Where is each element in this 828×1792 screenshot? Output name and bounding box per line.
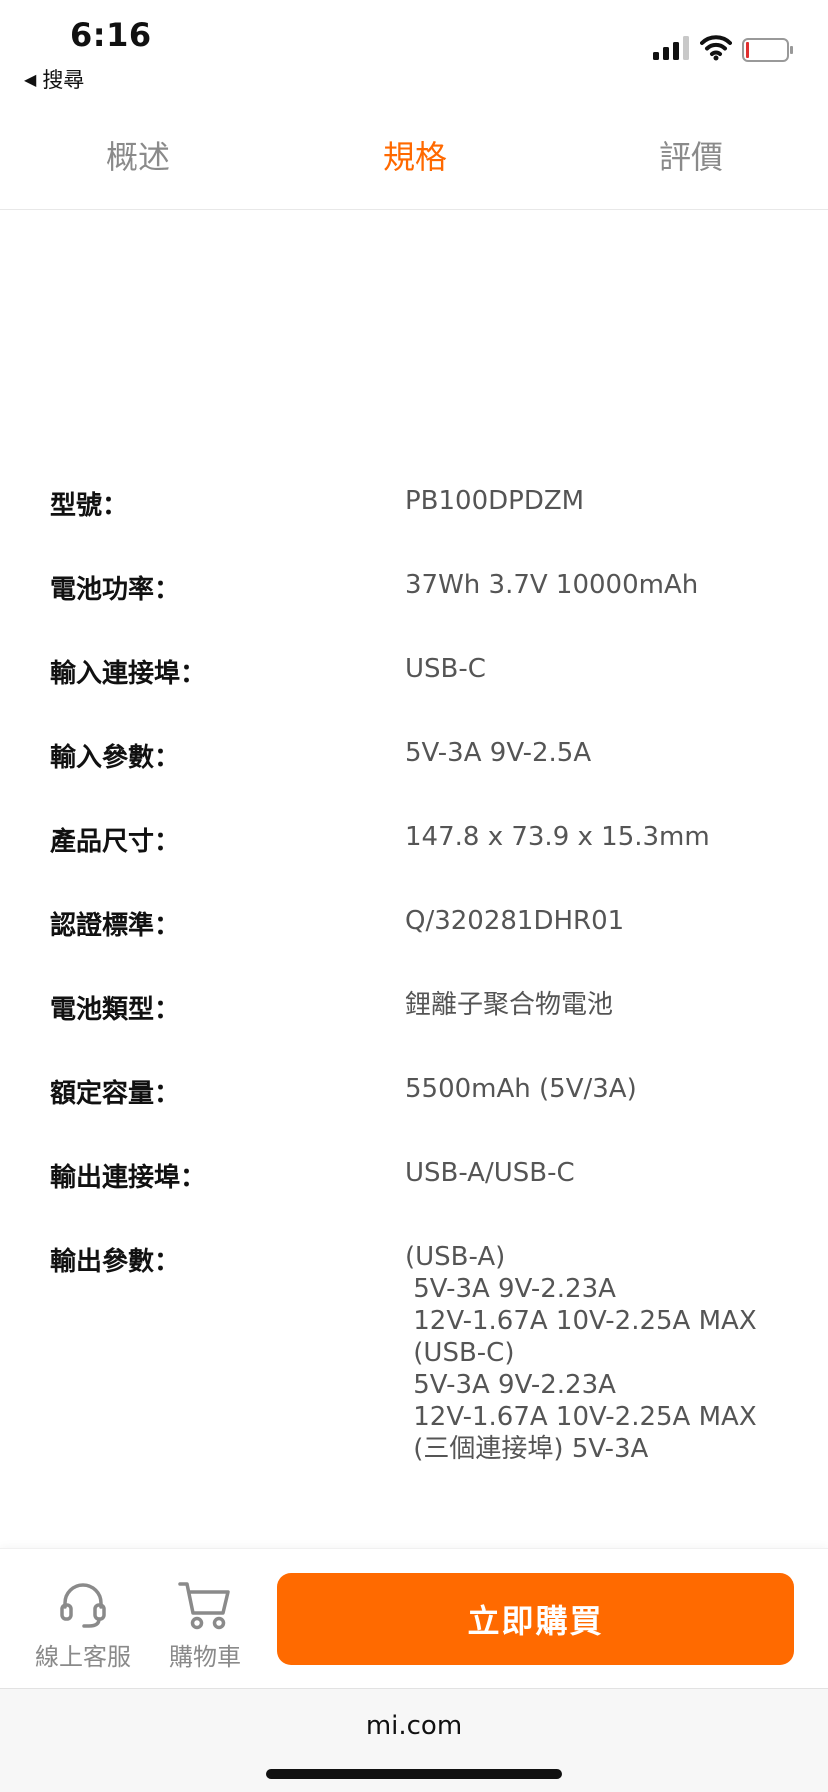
back-to-app-link[interactable]: ◀ 搜尋 xyxy=(24,64,84,94)
spec-value: 37Wh 3.7V 10000mAh xyxy=(405,570,699,600)
status-bar: 6:16 ◀ 搜尋 xyxy=(0,0,828,95)
customer-service-button[interactable]: 線上客服 xyxy=(28,1579,138,1672)
back-triangle-icon: ◀ xyxy=(24,69,37,89)
spec-value: 5500mAh (5V/3A) xyxy=(405,1074,637,1104)
spec-row: 輸出參數： (USB-A) 5V-3A 9V-2.23A 12V-1.67A 1… xyxy=(0,1231,828,1471)
spec-label: 輸入參數： xyxy=(50,743,181,773)
status-time: 6:16 xyxy=(70,16,152,54)
spec-value: USB-C xyxy=(405,654,486,684)
spec-row: 輸入參數： 5V-3A 9V-2.5A xyxy=(0,727,828,811)
spec-label: 產品尺寸： xyxy=(50,827,181,857)
spec-row: 產品尺寸： 147.8 x 73.9 x 15.3mm xyxy=(0,811,828,895)
spec-label: 輸出參數： xyxy=(50,1247,181,1277)
browser-address-bar: mi.com xyxy=(0,1688,828,1792)
url-text[interactable]: mi.com xyxy=(0,1711,828,1741)
spec-row: 輸入連接埠： USB-C xyxy=(0,643,828,727)
spec-label: 電池功率： xyxy=(50,575,181,605)
spec-value: USB-A/USB-C xyxy=(405,1158,575,1188)
spec-label: 認證標準： xyxy=(50,911,181,941)
headset-icon xyxy=(60,1583,106,1628)
tab-overview[interactable]: 概述 xyxy=(106,132,170,178)
spec-row: 電池類型： 鋰離子聚合物電池 xyxy=(0,979,828,1063)
battery-icon xyxy=(742,38,793,62)
bottom-action-bar: 線上客服 購物車 立即購買 xyxy=(0,1548,828,1688)
spec-label: 輸出連接埠： xyxy=(50,1163,207,1193)
spec-row: 額定容量： 5500mAh (5V/3A) xyxy=(0,1063,828,1147)
spec-row: 認證標準： Q/320281DHR01 xyxy=(0,895,828,979)
spec-value: PB100DPDZM xyxy=(405,486,585,516)
spec-value: Q/320281DHR01 xyxy=(405,906,625,936)
product-tabs: 概述 規格 評價 xyxy=(0,118,828,210)
tab-specs[interactable]: 規格 xyxy=(383,132,447,178)
home-indicator[interactable] xyxy=(266,1769,562,1779)
spec-value: 147.8 x 73.9 x 15.3mm xyxy=(405,822,710,852)
back-app-label: 搜尋 xyxy=(42,68,85,92)
spec-label: 電池類型： xyxy=(50,995,181,1025)
spec-value: 鋰離子聚合物電池 xyxy=(405,990,614,1020)
spec-value: (USB-A) 5V-3A 9V-2.23A 12V-1.67A 10V-2.2… xyxy=(405,1242,757,1464)
customer-service-label: 線上客服 xyxy=(35,1643,131,1671)
spec-value: 5V-3A 9V-2.5A xyxy=(405,738,592,768)
cart-label: 購物車 xyxy=(169,1643,241,1671)
spec-row: 型號： PB100DPDZM xyxy=(0,475,828,559)
spec-list: 型號： PB100DPDZM 電池功率： 37Wh 3.7V 10000mAh … xyxy=(0,475,828,1471)
spec-label: 型號： xyxy=(50,491,129,521)
cellular-signal-icon xyxy=(653,36,689,60)
tab-reviews[interactable]: 評價 xyxy=(659,132,723,178)
shopping-cart-icon xyxy=(178,1582,230,1630)
cart-button[interactable]: 購物車 xyxy=(150,1579,260,1672)
spec-label: 輸入連接埠： xyxy=(50,659,207,689)
spec-row: 電池功率： 37Wh 3.7V 10000mAh xyxy=(0,559,828,643)
spec-label: 額定容量： xyxy=(50,1079,181,1109)
wifi-icon xyxy=(700,35,732,61)
spec-row: 輸出連接埠： USB-A/USB-C xyxy=(0,1147,828,1231)
buy-now-button[interactable]: 立即購買 xyxy=(277,1573,794,1665)
